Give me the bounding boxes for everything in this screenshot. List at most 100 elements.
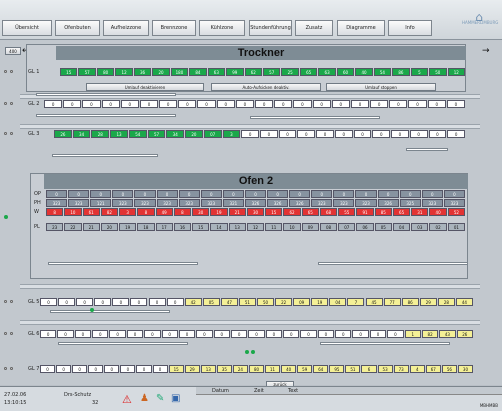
- data-cell: 04: [392, 223, 411, 231]
- nav-brennzone[interactable]: Brennzone: [152, 20, 196, 36]
- data-cell: 26: [456, 330, 473, 338]
- data-cell: 0: [372, 130, 391, 138]
- nav-aufheizzone[interactable]: Aufheizzone: [103, 20, 149, 36]
- conveyor-track: [20, 320, 480, 325]
- data-cell: 22: [275, 298, 293, 306]
- nav-stundenf-hrung[interactable]: Stundenführung: [249, 20, 292, 36]
- camera-icon[interactable]: ▣: [171, 393, 180, 404]
- data-cell: 0: [230, 330, 248, 338]
- umlauf-stoppen-button[interactable]: Umlauf stoppen: [326, 83, 436, 91]
- data-cell: 02: [429, 223, 447, 231]
- sensor-indicator: [4, 215, 8, 219]
- data-cell: 68: [319, 208, 338, 216]
- data-cell: 13: [110, 130, 128, 138]
- data-cell: 323: [68, 199, 90, 207]
- data-cell: 0: [109, 330, 126, 338]
- nav-info[interactable]: Info: [388, 20, 432, 36]
- conveyor-track: [20, 284, 480, 289]
- data-cell: 57: [147, 130, 166, 138]
- data-cell: 0: [446, 100, 465, 108]
- data-cell: 0: [139, 100, 159, 108]
- sensor-indicator: [10, 132, 13, 135]
- data-cell: 51: [238, 298, 256, 306]
- message-header: Datum Zeit Text: [196, 387, 502, 395]
- data-cell: 0: [355, 190, 377, 198]
- data-cell: 59: [297, 365, 313, 373]
- data-cell: 326: [377, 199, 399, 207]
- data-cell: 05: [202, 298, 220, 306]
- data-cell: 8: [46, 208, 64, 216]
- data-cell: 0: [352, 330, 369, 338]
- data-cell: 0: [178, 190, 200, 198]
- data-cell: 04: [329, 298, 347, 306]
- data-cell: 51: [345, 365, 361, 373]
- data-cell: 06: [356, 223, 374, 231]
- nav-ofenbuten[interactable]: Ofenbuten: [55, 20, 100, 36]
- data-cell: 0: [112, 190, 134, 198]
- data-cell: 0: [427, 100, 446, 108]
- data-cell: 0: [408, 100, 427, 108]
- data-cell: 0: [317, 330, 335, 338]
- sensor-indicator: [251, 350, 255, 354]
- nav-zusatz[interactable]: Zusatz: [295, 20, 333, 36]
- data-cell: 0: [44, 100, 63, 108]
- data-cell: 323: [134, 199, 156, 207]
- data-cell: 67: [425, 365, 441, 373]
- data-cell: 28: [91, 130, 110, 138]
- data-cell: 0: [76, 298, 94, 306]
- data-cell: 0: [82, 100, 101, 108]
- row-label: GL 1: [28, 69, 40, 75]
- data-cell: 20: [100, 223, 119, 231]
- sensor-indicator: [4, 332, 7, 335]
- data-cell: 0: [68, 190, 90, 198]
- position-bar: [320, 342, 450, 345]
- trockner-controls: Umlauf deaktivieren Auto-Aufsicken deakt…: [56, 83, 466, 91]
- data-cell: 0: [353, 130, 372, 138]
- nav-k-hlzone[interactable]: Kühlzone: [199, 20, 245, 36]
- data-cell: 0: [58, 298, 76, 306]
- data-cell: 55: [338, 208, 356, 216]
- sensor-indicator: [245, 350, 249, 354]
- auto-aufsicken-button[interactable]: Auto-Aufsicken deaktiv.: [211, 83, 321, 91]
- data-cell: 47: [220, 298, 238, 306]
- data-cell: 22: [64, 223, 82, 231]
- nav--bersicht[interactable]: Übersicht: [2, 20, 52, 36]
- user-icon[interactable]: ♟: [140, 393, 149, 404]
- corner-code: MBHMBB: [479, 403, 498, 408]
- data-cell: 0: [293, 100, 312, 108]
- left-panel-button[interactable]: 400: [5, 47, 21, 55]
- data-cell: 05: [374, 223, 392, 231]
- position-bar: [52, 154, 158, 157]
- data-cell: 321: [222, 199, 244, 207]
- data-cell: 0: [120, 365, 136, 373]
- data-cell: 84: [189, 68, 207, 76]
- data-cell: 0: [40, 365, 56, 373]
- umlauf-deaktivieren-button[interactable]: Umlauf deaktivieren: [86, 83, 204, 91]
- data-cell: 4: [409, 365, 425, 373]
- data-cell: 0: [74, 330, 92, 338]
- sensor-indicator: [4, 300, 7, 303]
- data-cell: 25: [281, 68, 299, 76]
- data-cell: 44: [455, 298, 473, 306]
- data-cell: 45: [365, 298, 383, 306]
- data-cell: 0: [166, 298, 184, 306]
- data-cell: 49: [155, 208, 173, 216]
- data-cell: 323: [421, 199, 443, 207]
- row-label: GL 5: [28, 299, 40, 305]
- nav-diagramme[interactable]: Diagramme: [337, 20, 385, 36]
- data-cell: 29: [184, 365, 200, 373]
- data-cell: 40: [429, 208, 447, 216]
- data-cell: 0: [241, 130, 259, 138]
- alarm-icon[interactable]: ⚠: [122, 393, 132, 406]
- data-cell: 85: [374, 208, 392, 216]
- shift-label: Drs-Schutz: [64, 392, 92, 398]
- tools-icon[interactable]: ✎: [156, 393, 164, 404]
- data-cell: 77: [383, 298, 401, 306]
- data-cell: 0: [120, 100, 139, 108]
- data-cell: 323: [156, 199, 178, 207]
- data-cell: 0: [312, 100, 331, 108]
- plant-overview: 400 ← → Trockner GL 11557801236201808463…: [0, 40, 502, 388]
- data-cell: 61: [82, 208, 100, 216]
- data-cell: 0: [248, 330, 265, 338]
- data-cell: 121: [90, 199, 112, 207]
